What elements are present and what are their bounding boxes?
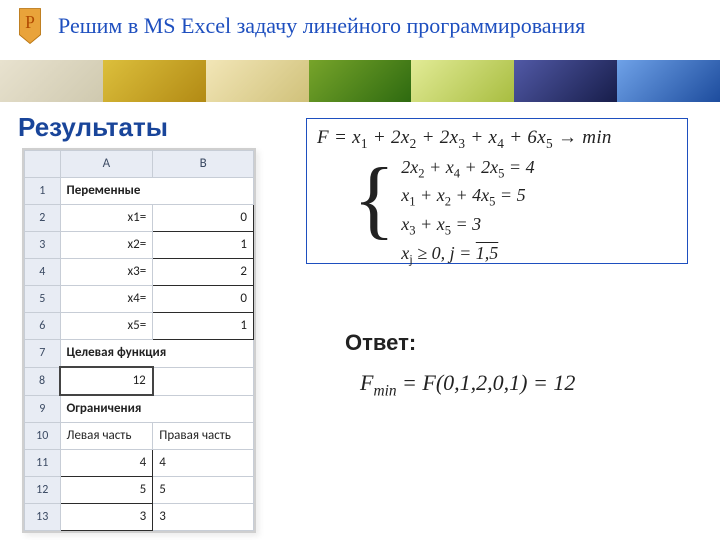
lp-line: x1 + x2 + 4x5 = 5 [401,184,534,213]
svg-text:P: P [25,12,35,32]
constraint-rhs: 5 [153,477,254,504]
lp-objective: F = x1 + 2x2 + 2x3 + x4 + 6x5 → min [317,127,677,152]
lp-line: xj ≥ 0, j = 1,5 [401,242,534,271]
answer-formula: Fmin = F(0,1,2,0,1) = 12 [360,370,575,400]
var-name: x4= [60,286,153,313]
constraint-rhs: 3 [153,504,254,531]
table-row: 1144 [25,450,254,477]
constraints-lhs-header: Левая часть [60,423,153,450]
answer-label: Ответ: [345,330,416,356]
constraint-rhs: 4 [153,450,254,477]
brace-icon: { [353,156,395,270]
var-value: 1 [153,313,254,340]
row-number[interactable]: 1 [25,178,61,205]
constraint-lhs: 4 [60,450,153,477]
lp-line: 2x2 + x4 + 2x5 = 4 [401,156,534,185]
objective-value-cell[interactable]: 12 [60,367,153,395]
var-value: 2 [153,259,254,286]
var-value: 0 [153,205,254,232]
var-value: 0 [153,286,254,313]
var-value: 1 [153,232,254,259]
lp-line: x3 + x5 = 3 [401,213,534,242]
excel-select-all[interactable] [25,151,61,178]
excel-col-header-b[interactable]: B [153,151,254,178]
slide-title: Решим в MS Excel задачу линейного програ… [58,13,585,39]
constraint-lhs: 3 [60,504,153,531]
badge-icon: P [16,8,44,44]
constraints-rhs-header: Правая часть [153,423,254,450]
constraint-lhs: 5 [60,477,153,504]
var-name: x5= [60,313,153,340]
section-heading-obj: Целевая функция [60,340,254,368]
decorative-photo-strip [0,60,720,102]
section-heading-constraints: Ограничения [60,395,254,423]
table-row: 1333 [25,504,254,531]
table-row: 1 Переменные [25,178,254,205]
lp-formulation-box: F = x1 + 2x2 + 2x3 + x4 + 6x5 → min { 2x… [306,118,688,264]
table-row: 8 12 [25,367,254,395]
table-row: 3x2=1 [25,232,254,259]
table-row: 9 Ограничения [25,395,254,423]
table-row: 2x1=0 [25,205,254,232]
lp-constraints: 2x2 + x4 + 2x5 = 4 x1 + x2 + 4x5 = 5 x3 … [401,156,534,270]
table-row: 1255 [25,477,254,504]
excel-col-header-a[interactable]: A [60,151,153,178]
var-name: x3= [60,259,153,286]
slide-header: P Решим в MS Excel задачу линейного прог… [0,0,720,52]
results-heading: Результаты [18,112,168,143]
section-heading-vars: Переменные [60,178,254,205]
table-row: 4x3=2 [25,259,254,286]
table-row: 10 Левая часть Правая часть [25,423,254,450]
var-name: x1= [60,205,153,232]
table-row: 5x4=0 [25,286,254,313]
table-row: 6x5=1 [25,313,254,340]
table-row: 7 Целевая функция [25,340,254,368]
var-name: x2= [60,232,153,259]
excel-screenshot: A B 1 Переменные 2x1=0 3x2=1 4x3=2 5x4=0… [22,148,256,533]
